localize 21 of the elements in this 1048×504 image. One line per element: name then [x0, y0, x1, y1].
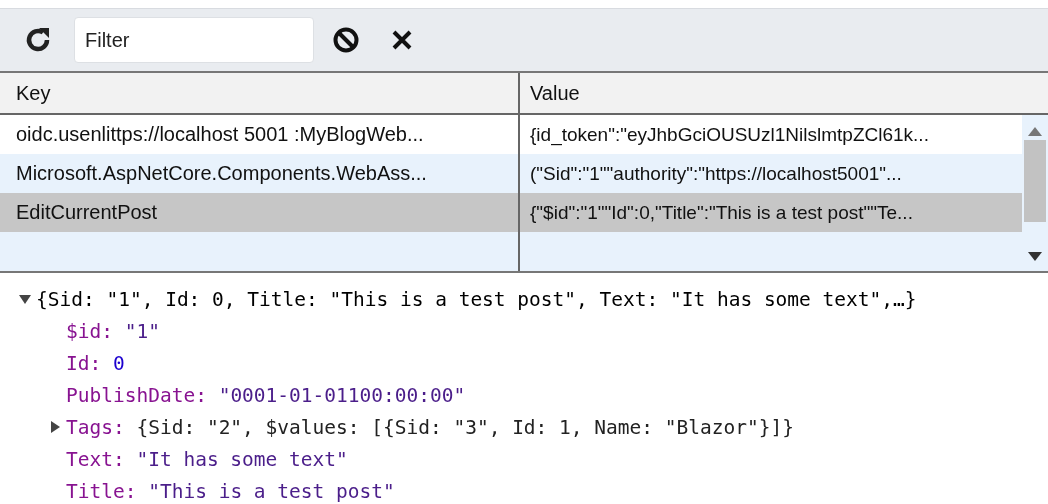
key-cell[interactable]: Microsoft.AspNetCore.Components.WebAss...	[0, 154, 518, 193]
collapsed-triangle-icon[interactable]	[48, 420, 62, 434]
scroll-up-icon[interactable]	[1028, 127, 1042, 136]
tree-property: Id: 0	[66, 351, 125, 375]
value-cell[interactable]: {"$id":"1""Id":0,"Title":"This is a test post""Te...	[518, 193, 1022, 232]
tree-property: Text: "It has some text"	[66, 447, 348, 471]
scrollbar[interactable]	[1022, 115, 1048, 271]
tree-property: Title: "This is a test post"	[66, 479, 395, 503]
expanded-triangle-icon[interactable]	[18, 292, 32, 306]
column-header[interactable]: Key	[0, 73, 518, 115]
tree-property: PublishDate: "0001-01-01100:00:00"	[66, 383, 466, 407]
key-cell[interactable]: EditCurrentPost	[0, 193, 518, 232]
column-header[interactable]: Value	[518, 73, 1048, 115]
close-icon[interactable]	[391, 29, 413, 51]
value-cell[interactable]: ("Sid":"1""authority":"https://localhost5001"...	[518, 154, 1022, 193]
scroll-down-icon[interactable]	[1028, 252, 1042, 261]
tree-property: $id: "1"	[66, 319, 160, 343]
filter-field[interactable]: Filter	[74, 17, 314, 63]
scrollbar-thumb[interactable]	[1024, 140, 1046, 222]
object-summary: {Sid: "1", Id: 0, Title: "This is a test post", Text: "It has some text",…}	[36, 287, 917, 311]
tree-property[interactable]: Tags: {Sid: "2", $values: [{Sid: "3", Id: 1, Name: "Blazor"}]}	[66, 415, 794, 439]
